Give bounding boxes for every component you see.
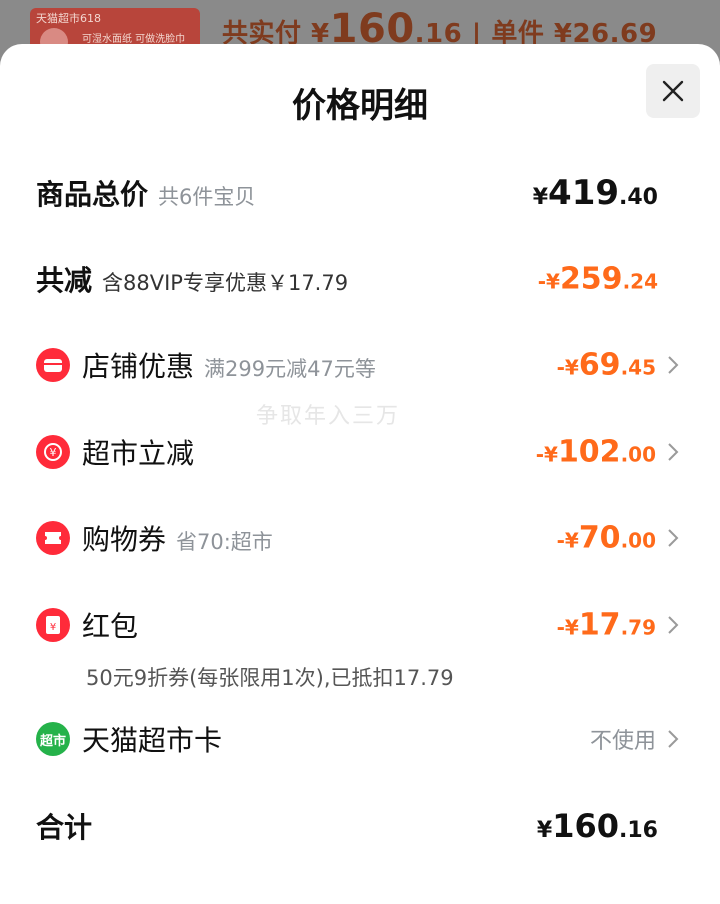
tmall-card-row[interactable]: 超市 天猫超市卡 不使用: [36, 714, 680, 764]
shop-discount-row[interactable]: 店铺优惠 满299元减47元等 -¥69.45: [36, 340, 680, 390]
grand-total-label: 合计: [36, 811, 93, 844]
total-reduce-label: 共减: [36, 264, 93, 297]
tmall-card-label: 天猫超市卡: [82, 724, 223, 757]
tmall-market-icon-text: 超市: [39, 733, 66, 749]
red-packet-note: 50元9折券(每张限用1次),已抵扣17.79: [86, 666, 454, 690]
shop-icon: [36, 348, 70, 382]
coupon-amount: -¥70.00: [556, 520, 656, 556]
total-reduce-amount: -¥259.24: [537, 261, 658, 297]
shop-discount-desc: 满299元减47元等: [204, 357, 376, 381]
shop-discount-amount: -¥69.45: [556, 347, 656, 383]
tmall-card-status: 不使用: [589, 729, 656, 754]
market-reduce-label: 超市立减: [82, 437, 195, 470]
red-packet-amount: -¥17.79: [556, 607, 656, 643]
goods-total-amount: ¥419.40: [532, 173, 658, 213]
chevron-right-icon: [666, 527, 680, 549]
vip-discount-note: 含88VIP专享优惠￥17.79: [102, 271, 349, 295]
coupon-label: 购物券: [82, 523, 167, 556]
chevron-right-icon: [666, 354, 680, 376]
price-detail-sheet: 价格明细 争取年入三万 商品总价 共6件宝贝 ¥419.40 共减 含88VIP专享…: [0, 44, 720, 904]
tmall-market-icon: 超市: [36, 722, 70, 756]
grand-total-amount: ¥160.16: [536, 807, 658, 845]
shop-discount-label: 店铺优惠: [82, 350, 195, 383]
svg-text:¥: ¥: [50, 446, 57, 459]
ticket-icon: [36, 521, 70, 555]
market-reduce-amount: -¥102.00: [535, 434, 656, 470]
goods-count: 共6件宝贝: [158, 185, 256, 209]
chevron-right-icon: [666, 441, 680, 463]
red-packet-icon: ¥: [36, 608, 70, 642]
product-tag: 天猫超市618: [36, 12, 101, 25]
goods-total-label: 商品总价: [36, 178, 149, 211]
close-icon: [662, 80, 684, 102]
goods-total-row: 商品总价 共6件宝贝 ¥419.40: [36, 168, 680, 218]
watermark: 争取年入三万: [256, 404, 401, 429]
product-desc: 可湿水面纸 可做洗脸巾: [82, 34, 186, 45]
svg-text:¥: ¥: [50, 622, 56, 633]
market-reduce-row[interactable]: ¥ 超市立减 -¥102.00: [36, 427, 680, 477]
close-button[interactable]: [646, 64, 700, 118]
total-reduce-row: 共减 含88VIP专享优惠￥17.79 -¥259.24: [36, 254, 680, 304]
coupon-row[interactable]: 购物券 省70:超市 -¥70.00: [36, 513, 680, 563]
discount-icon: ¥: [36, 435, 70, 469]
chevron-right-icon: [666, 614, 680, 636]
coupon-desc: 省70:超市: [176, 530, 273, 554]
red-packet-label: 红包: [82, 610, 139, 643]
grand-total-row: 合计 ¥160.16: [36, 801, 680, 851]
chevron-right-icon: [666, 728, 680, 750]
red-packet-row[interactable]: ¥ 红包 -¥17.79: [36, 600, 680, 650]
sheet-title: 价格明细: [292, 86, 428, 126]
